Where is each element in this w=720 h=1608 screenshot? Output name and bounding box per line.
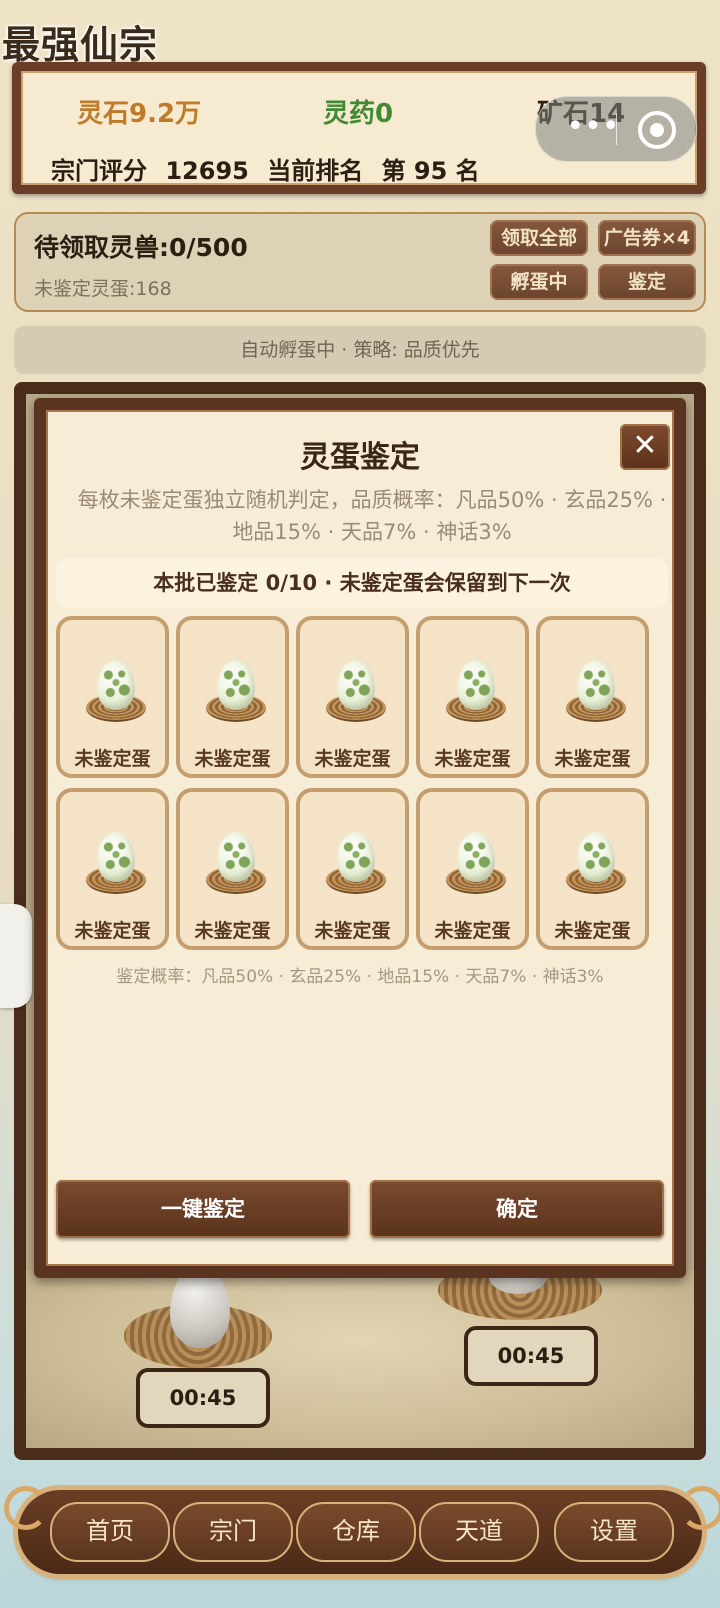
egg-card[interactable]: 未鉴定蛋	[296, 616, 409, 778]
egg-card[interactable]: 未鉴定蛋	[416, 616, 529, 778]
dialog-description: 每枚未鉴定蛋独立随机判定，品质概率：凡品50% · 玄品25% · 地品15% …	[77, 488, 667, 544]
egg-icon	[97, 832, 135, 882]
dialog-title: 灵蛋鉴定	[300, 440, 420, 475]
egg-icon	[217, 660, 255, 710]
score-value: 12695	[165, 157, 249, 185]
probability-line: 鉴定概率：凡品50% · 玄品25% · 地品15% · 天品7% · 神话3%	[116, 967, 604, 987]
hatching-button[interactable]: 孵蛋中	[490, 264, 588, 300]
egg-label: 未鉴定蛋	[554, 748, 631, 770]
sect-score-line: 宗门评分 12695 当前排名 第 95 名	[51, 151, 490, 186]
nav-home[interactable]: 首页	[50, 1502, 170, 1562]
miniprogram-capsule: •••	[535, 96, 697, 162]
cloud-ornament-right	[680, 1486, 720, 1530]
egg-card[interactable]: 未鉴定蛋	[536, 788, 649, 950]
egg-label: 未鉴定蛋	[74, 748, 151, 770]
bottom-nav: 首页 宗门 仓库 天道 设置	[0, 1476, 720, 1596]
batch-status: 本批已鉴定 0/10 · 未鉴定蛋会保留到下一次	[56, 558, 668, 608]
egg-card[interactable]: 未鉴定蛋	[536, 616, 649, 778]
nav-warehouse[interactable]: 仓库	[296, 1502, 416, 1562]
egg-card[interactable]: 未鉴定蛋	[176, 788, 289, 950]
egg-icon	[577, 660, 615, 710]
score-label: 宗门评分	[51, 157, 147, 185]
egg-card[interactable]: 未鉴定蛋	[56, 788, 169, 950]
egg-card[interactable]: 未鉴定蛋	[416, 788, 529, 950]
app-title: 最强仙宗	[2, 23, 159, 67]
pending-beasts: 待领取灵兽:0/500	[34, 233, 248, 262]
beast-panel: 待领取灵兽:0/500 未鉴定灵蛋:168 领取全部 广告券×4 孵蛋中 鉴定	[14, 212, 706, 312]
egg-label: 未鉴定蛋	[194, 920, 271, 942]
close-button[interactable]: ✕	[620, 424, 670, 470]
incubator-floor: 00:45 00:45	[26, 1244, 694, 1448]
capsule-divider	[616, 113, 617, 145]
spirit-medicine-count: 灵药0	[323, 99, 394, 129]
nav-sect[interactable]: 宗门	[173, 1502, 293, 1562]
egg-label: 未鉴定蛋	[554, 920, 631, 942]
egg-icon	[577, 832, 615, 882]
side-float-tab[interactable]	[0, 904, 32, 1008]
confirm-button[interactable]: 确定	[370, 1180, 664, 1238]
egg-icon	[97, 660, 135, 710]
egg-label: 未鉴定蛋	[74, 920, 151, 942]
one-click-identify-button[interactable]: 一键鉴定	[56, 1180, 350, 1238]
identify-button[interactable]: 鉴定	[598, 264, 696, 300]
egg-identify-dialog: 灵蛋鉴定 ✕ 每枚未鉴定蛋独立随机判定，品质概率：凡品50% · 玄品25% ·…	[34, 398, 686, 1278]
egg-label: 未鉴定蛋	[434, 748, 511, 770]
egg-card[interactable]: 未鉴定蛋	[176, 616, 289, 778]
egg-label: 未鉴定蛋	[314, 748, 391, 770]
spirit-stone-count: 灵石9.2万	[77, 99, 202, 129]
egg-icon	[337, 832, 375, 882]
nav-heavenly-dao[interactable]: 天道	[419, 1502, 539, 1562]
rank-value: 第 95 名	[381, 157, 480, 185]
egg-label: 未鉴定蛋	[434, 920, 511, 942]
egg-icon	[457, 660, 495, 710]
more-menu-icon[interactable]: •••	[558, 105, 628, 153]
egg-label: 未鉴定蛋	[194, 748, 271, 770]
egg-card[interactable]: 未鉴定蛋	[56, 616, 169, 778]
claim-all-button[interactable]: 领取全部	[490, 220, 588, 256]
cloud-ornament-left	[4, 1486, 48, 1530]
rank-label: 当前排名	[267, 157, 364, 185]
unidentified-eggs-count: 未鉴定灵蛋:168	[34, 278, 172, 300]
ad-ticket-button[interactable]: 广告券×4	[598, 220, 696, 256]
hatch-timer-left: 00:45	[136, 1368, 270, 1428]
egg-icon	[337, 660, 375, 710]
egg-icon	[457, 832, 495, 882]
hatch-timer-right: 00:45	[464, 1326, 598, 1386]
egg-card[interactable]: 未鉴定蛋	[296, 788, 409, 950]
close-miniprogram-icon[interactable]	[638, 111, 676, 149]
egg-label: 未鉴定蛋	[314, 920, 391, 942]
close-icon: ✕	[632, 428, 658, 463]
auto-hatch-status: 自动孵蛋中 · 策略: 品质优先	[14, 326, 706, 374]
nav-settings[interactable]: 设置	[554, 1502, 674, 1562]
egg-icon	[217, 832, 255, 882]
